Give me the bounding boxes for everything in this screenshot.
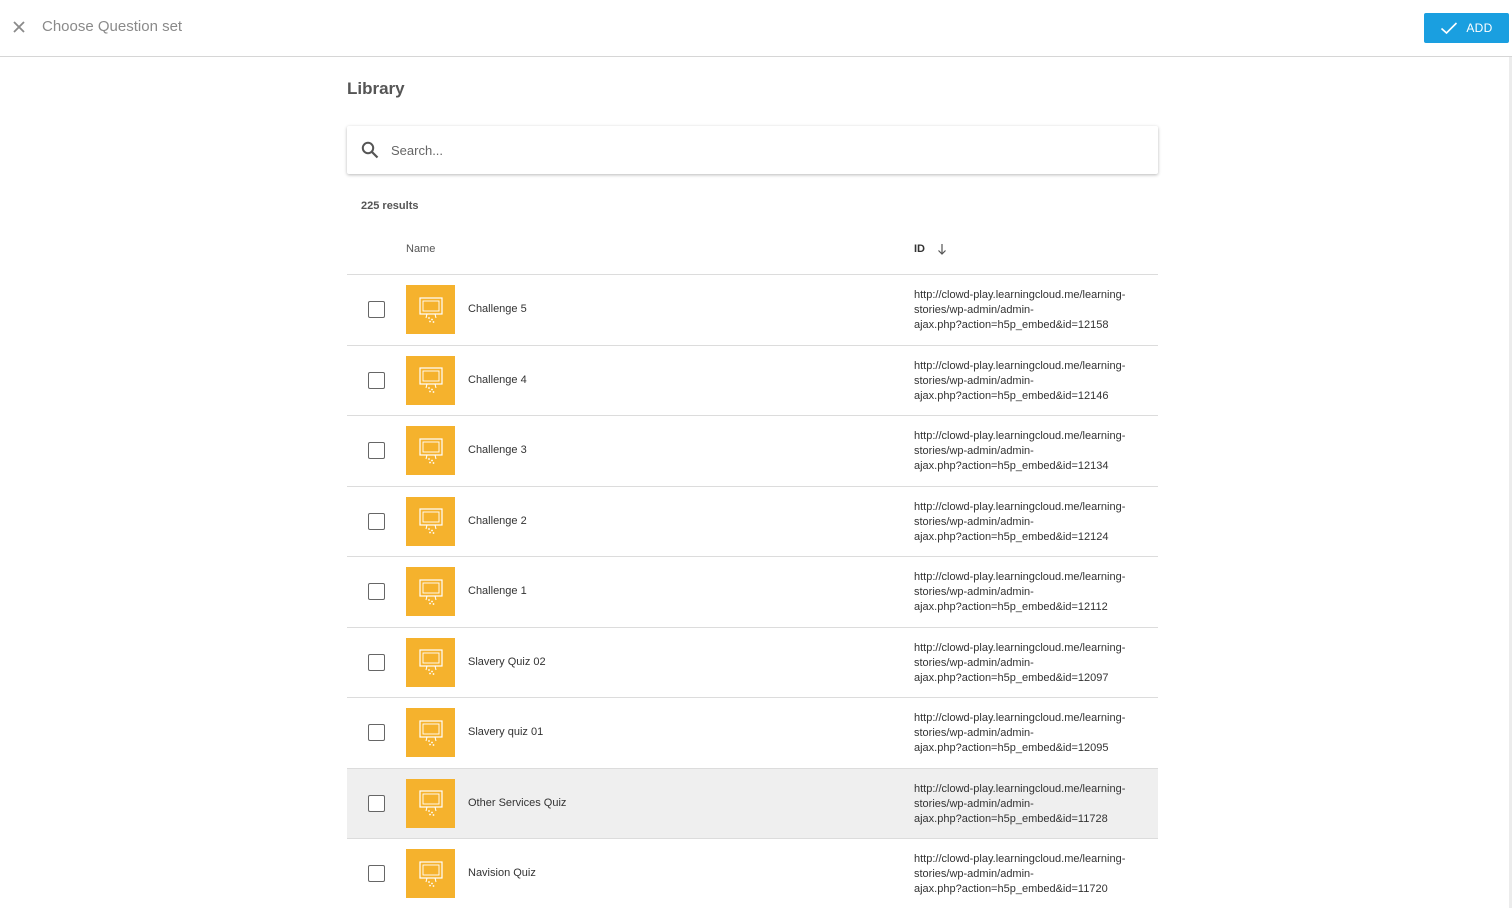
id-line: stories/wp-admin/admin- xyxy=(914,727,1034,739)
question-set-name: Challenge 1 xyxy=(468,585,527,597)
id-line: stories/wp-admin/admin- xyxy=(914,586,1034,598)
id-line: http://clowd-play.learningcloud.me/learn… xyxy=(914,853,1126,865)
search-icon xyxy=(360,140,380,160)
question-set-thumbnail xyxy=(406,567,455,616)
results-count: 225 results xyxy=(361,200,419,212)
presentation-icon xyxy=(418,719,443,746)
presentation-icon xyxy=(418,437,443,464)
page-title: Library xyxy=(347,79,405,98)
table-row[interactable]: Challenge 5 http://clowd-play.learningclo… xyxy=(347,275,1158,346)
presentation-icon xyxy=(418,860,443,887)
table-row[interactable]: Challenge 1 http://clowd-play.learningclo… xyxy=(347,557,1158,628)
question-set-thumbnail xyxy=(406,849,455,898)
id-line: stories/wp-admin/admin- xyxy=(914,515,1034,528)
question-set-name: Slavery quiz 01 xyxy=(468,726,544,738)
row-checkbox[interactable] xyxy=(368,442,385,459)
presentation-icon xyxy=(418,790,443,816)
column-header-id[interactable]: ID xyxy=(914,243,947,255)
table-row[interactable]: Slavery Quiz 02 http://clowd-play.learnin… xyxy=(347,628,1158,698)
question-set-name: Navision Quiz xyxy=(468,867,536,879)
question-set-id: http://clowd-play.learningcloud.me/learn… xyxy=(914,852,1154,897)
id-line: http://clowd-play.learningcloud.me/learn… xyxy=(914,571,1126,583)
question-set-id: http://clowd-play.learningcloud.me/learn… xyxy=(914,641,1154,686)
question-set-name: Other Services Quiz xyxy=(468,796,567,809)
id-line: ajax.php?action=h5p_embed&id=12158 xyxy=(914,319,1109,331)
row-checkbox[interactable] xyxy=(368,724,385,741)
presentation-icon xyxy=(418,578,443,605)
row-checkbox[interactable] xyxy=(368,512,385,530)
id-line: stories/wp-admin/admin- xyxy=(914,656,1034,669)
add-button-label: ADD xyxy=(1466,21,1493,35)
id-line: ajax.php?action=h5p_embed&id=12097 xyxy=(914,671,1109,684)
row-checkbox[interactable] xyxy=(368,301,385,318)
id-line: ajax.php?action=h5p_embed&id=12124 xyxy=(914,530,1109,543)
question-set-id: http://clowd-play.learningcloud.me/learn… xyxy=(914,359,1154,404)
question-set-thumbnail xyxy=(406,496,455,546)
id-line: stories/wp-admin/admin- xyxy=(914,304,1034,316)
search-input[interactable] xyxy=(391,136,1131,164)
table-row[interactable]: Challenge 3 http://clowd-play.learningclo… xyxy=(347,416,1158,487)
id-line: stories/wp-admin/admin- xyxy=(914,797,1034,810)
id-line: http://clowd-play.learningcloud.me/learn… xyxy=(914,289,1126,301)
presentation-icon xyxy=(418,649,443,675)
question-set-name: Challenge 5 xyxy=(468,303,527,315)
table-row[interactable]: Navision Quiz http://clowd-play.learningc… xyxy=(347,839,1158,908)
column-header-name[interactable]: Name xyxy=(406,243,435,255)
question-set-thumbnail xyxy=(406,355,455,405)
arrow-down-icon xyxy=(938,244,946,255)
close-icon[interactable] xyxy=(9,17,29,37)
dialog-title: Choose Question set xyxy=(42,18,183,35)
id-line: ajax.php?action=h5p_embed&id=12112 xyxy=(914,601,1108,613)
question-set-thumbnail xyxy=(406,637,455,687)
add-button[interactable]: ADD xyxy=(1424,13,1509,43)
row-checkbox[interactable] xyxy=(368,653,385,671)
id-line: http://clowd-play.learningcloud.me/learn… xyxy=(914,359,1126,372)
question-set-name: Challenge 2 xyxy=(468,514,527,527)
id-line: ajax.php?action=h5p_embed&id=12134 xyxy=(914,460,1109,472)
row-checkbox[interactable] xyxy=(368,865,385,882)
id-line: ajax.php?action=h5p_embed&id=11728 xyxy=(914,812,1108,825)
question-set-name: Challenge 4 xyxy=(468,373,527,386)
question-set-thumbnail xyxy=(406,426,455,475)
question-set-thumbnail xyxy=(406,285,455,334)
question-set-thumbnail xyxy=(406,778,455,828)
id-line: http://clowd-play.learningcloud.me/learn… xyxy=(914,430,1126,442)
id-line: ajax.php?action=h5p_embed&id=12095 xyxy=(914,742,1109,754)
question-set-id: http://clowd-play.learningcloud.me/learn… xyxy=(914,429,1154,474)
row-checkbox[interactable] xyxy=(368,371,385,389)
question-set-id: http://clowd-play.learningcloud.me/learn… xyxy=(914,711,1154,756)
id-line: stories/wp-admin/admin- xyxy=(914,445,1034,457)
question-set-id: http://clowd-play.learningcloud.me/learn… xyxy=(914,288,1154,333)
id-line: http://clowd-play.learningcloud.me/learn… xyxy=(914,641,1126,654)
id-line: ajax.php?action=h5p_embed&id=11720 xyxy=(914,883,1108,895)
row-checkbox[interactable] xyxy=(368,583,385,600)
table-header: Name ID xyxy=(347,234,1158,275)
check-icon xyxy=(1441,22,1458,35)
column-header-id-label: ID xyxy=(914,243,925,255)
id-line: ajax.php?action=h5p_embed&id=12146 xyxy=(914,389,1109,402)
question-set-id: http://clowd-play.learningcloud.me/learn… xyxy=(914,500,1154,545)
id-line: http://clowd-play.learningcloud.me/learn… xyxy=(914,712,1126,724)
table-row[interactable]: Other Services Quiz http://clowd-play.lea… xyxy=(347,768,1158,839)
question-set-thumbnail xyxy=(406,708,455,757)
id-line: stories/wp-admin/admin- xyxy=(914,374,1034,387)
presentation-icon xyxy=(418,508,443,534)
presentation-icon xyxy=(418,296,443,323)
top-bar: Choose Question set ADD xyxy=(0,0,1512,57)
row-checkbox[interactable] xyxy=(368,794,385,812)
search-box xyxy=(347,126,1158,174)
table-row[interactable]: Challenge 2 http://clowd-play.learningclo… xyxy=(347,487,1158,557)
table-row[interactable]: Slavery quiz 01 http://clowd-play.learnin… xyxy=(347,698,1158,769)
id-line: http://clowd-play.learningcloud.me/learn… xyxy=(914,500,1126,513)
question-set-name: Slavery Quiz 02 xyxy=(468,655,546,668)
presentation-icon xyxy=(418,367,443,393)
question-set-id: http://clowd-play.learningcloud.me/learn… xyxy=(914,570,1154,615)
question-set-name: Challenge 3 xyxy=(468,444,527,456)
id-line: stories/wp-admin/admin- xyxy=(914,868,1034,880)
table-row[interactable]: Challenge 4 http://clowd-play.learningclo… xyxy=(347,346,1158,416)
results-table: Challenge 5 http://clowd-play.learningclo… xyxy=(347,275,1158,908)
id-line: http://clowd-play.learningcloud.me/learn… xyxy=(914,782,1126,795)
question-set-id: http://clowd-play.learningcloud.me/learn… xyxy=(914,782,1154,827)
